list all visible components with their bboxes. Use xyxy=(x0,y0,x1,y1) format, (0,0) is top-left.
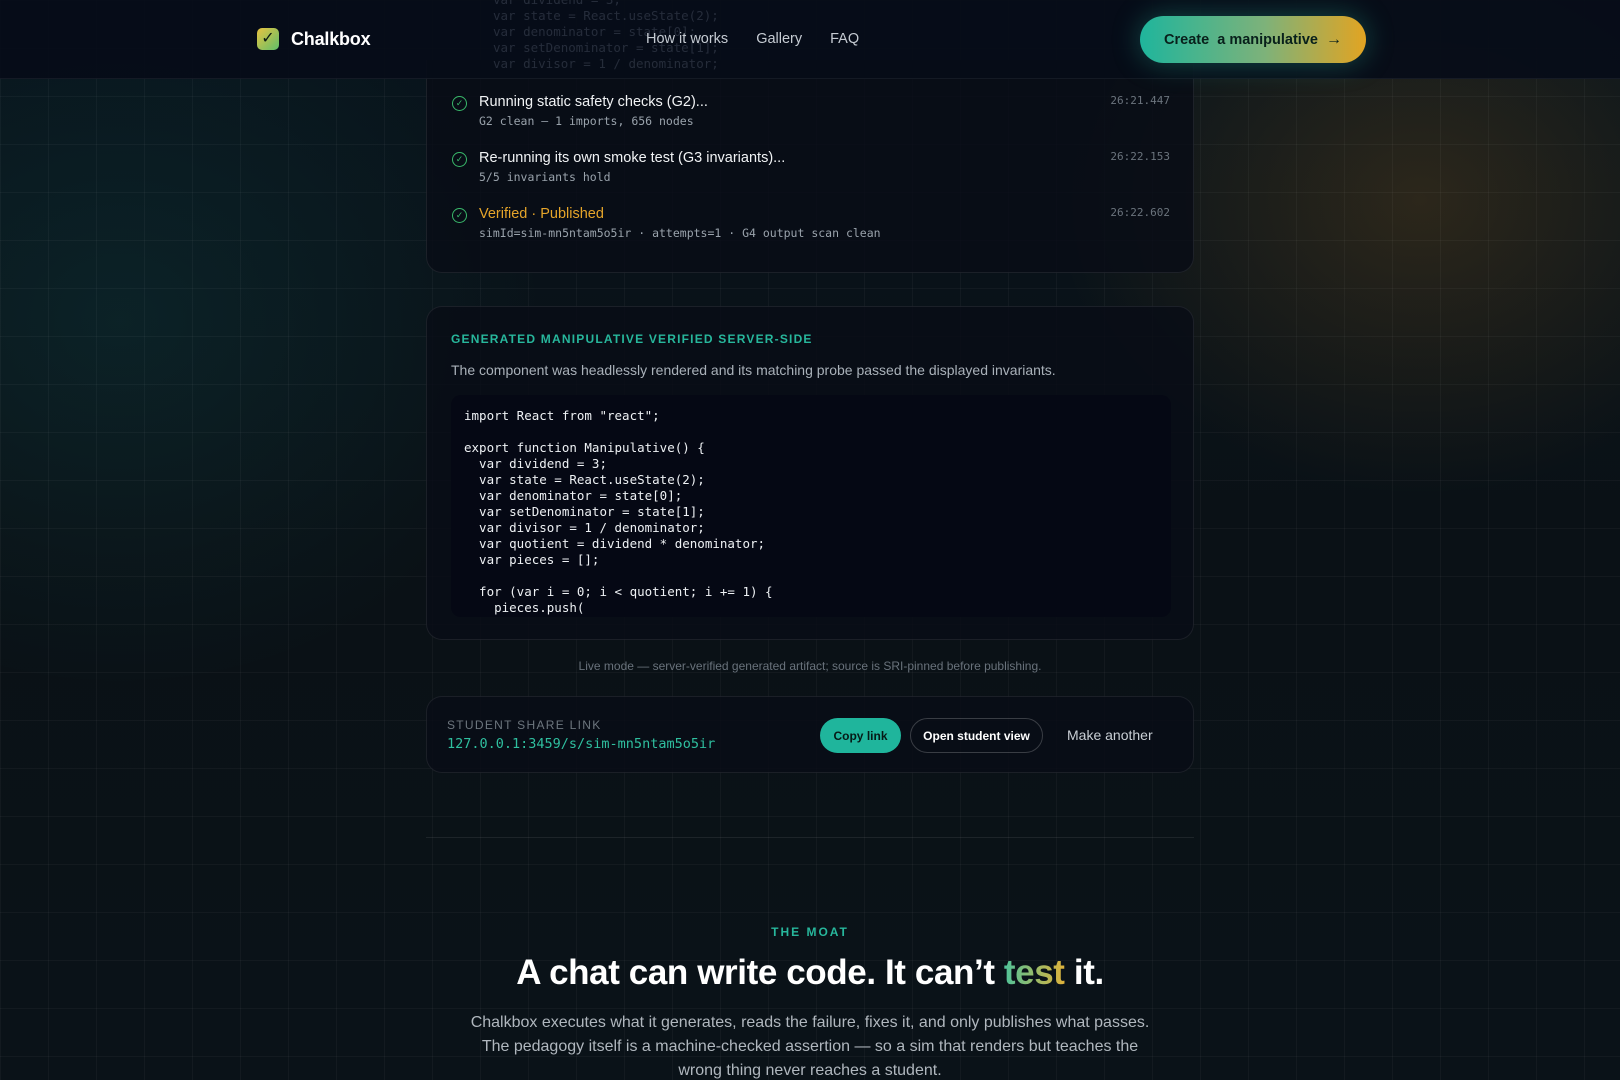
moat-heading: A chat can write code. It can’t test it. xyxy=(0,953,1620,993)
live-mode-note: Live mode — server-verified generated ar… xyxy=(578,659,1042,673)
moat-heading-highlight: test xyxy=(1003,953,1065,992)
section-divider xyxy=(426,837,1194,838)
make-another-button[interactable]: Make another xyxy=(1067,727,1153,743)
brand-name: Chalkbox xyxy=(291,28,371,49)
verified-manipulative-card: GENERATED MANIPULATIVE VERIFIED SERVER-S… xyxy=(426,306,1194,640)
log-item-time: 26:21.447 xyxy=(1110,94,1170,107)
moat-kicker: THE MOAT xyxy=(771,925,849,939)
create-manipulative-button[interactable]: Create a manipulative → xyxy=(1140,16,1366,63)
log-item-title: Verified · Published xyxy=(479,206,604,222)
brand-logo[interactable]: ✓ Chalkbox xyxy=(257,28,371,50)
checkmark-logo-icon: ✓ xyxy=(257,28,279,50)
moat-body: Chalkbox executes what it generates, rea… xyxy=(470,1014,1150,1079)
nav-faq[interactable]: FAQ xyxy=(830,31,859,47)
moat-heading-start: A chat can write code. It can’t xyxy=(516,953,1004,992)
verified-kicker: GENERATED MANIPULATIVE VERIFIED SERVER-S… xyxy=(451,332,813,346)
log-item-detail: simId=sim-mn5ntam5o5ir · attempts=1 · G4… xyxy=(479,226,881,240)
moat-heading-end: it. xyxy=(1064,953,1104,992)
share-link-url[interactable]: 127.0.0.1:3459/s/sim-mn5ntam5o5ir xyxy=(447,736,715,752)
log-item-time: 26:22.602 xyxy=(1110,206,1170,219)
share-link-label: STUDENT SHARE LINK xyxy=(447,718,602,732)
code-viewer[interactable]: import React from "react"; export functi… xyxy=(451,395,1171,617)
generated-source-code: import React from "react"; export functi… xyxy=(464,408,773,617)
verified-description: The component was headlessly rendered an… xyxy=(451,362,1056,378)
log-item-detail: 5/5 invariants hold xyxy=(479,170,611,184)
arrow-right-icon: → xyxy=(1325,30,1342,48)
copy-link-button[interactable]: Copy link xyxy=(820,718,901,753)
log-item-detail: G2 clean — 1 imports, 656 nodes xyxy=(479,114,694,128)
check-circle-icon: ✓ xyxy=(452,96,467,111)
nav-how-it-works[interactable]: How it works xyxy=(646,31,728,47)
log-item-title: Re-running its own smoke test (G3 invari… xyxy=(479,150,786,166)
check-circle-icon: ✓ xyxy=(452,152,467,167)
open-student-view-button[interactable]: Open student view xyxy=(910,718,1043,753)
log-item-time: 26:22.153 xyxy=(1110,150,1170,163)
create-manipulative-label: Create a manipulative xyxy=(1164,31,1318,48)
nav-gallery[interactable]: Gallery xyxy=(756,31,802,47)
check-circle-icon: ✓ xyxy=(452,208,467,223)
main-nav: How it works Gallery FAQ xyxy=(646,31,859,47)
generation-log-card: ✓ Running static safety checks (G2)... G… xyxy=(426,60,1194,273)
share-link-card: STUDENT SHARE LINK 127.0.0.1:3459/s/sim-… xyxy=(426,696,1194,773)
log-item-title: Running static safety checks (G2)... xyxy=(479,94,708,110)
top-navigation-bar: var dividend = 3; var state = React.useS… xyxy=(0,0,1620,79)
